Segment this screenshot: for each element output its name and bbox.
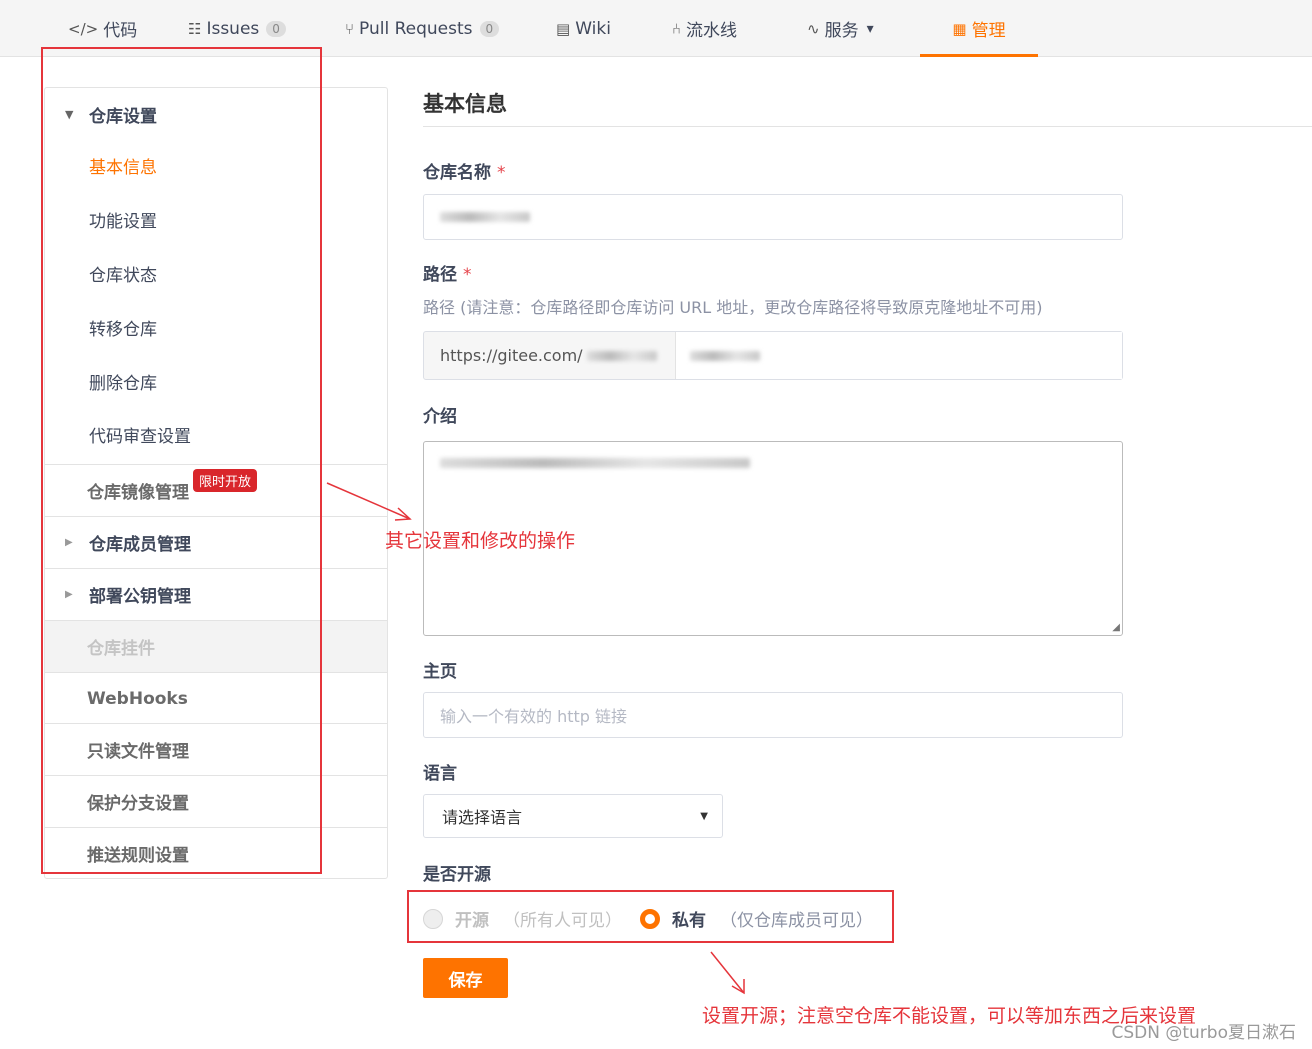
watermark: CSDN @turbo夏日漱石 (1111, 1023, 1297, 1043)
arrow-line (710, 951, 745, 994)
annotation-sidebar-note: 其它设置和修改的操作 (385, 530, 576, 552)
arrow-line (326, 482, 411, 520)
annotation-arrows (326, 482, 745, 995)
